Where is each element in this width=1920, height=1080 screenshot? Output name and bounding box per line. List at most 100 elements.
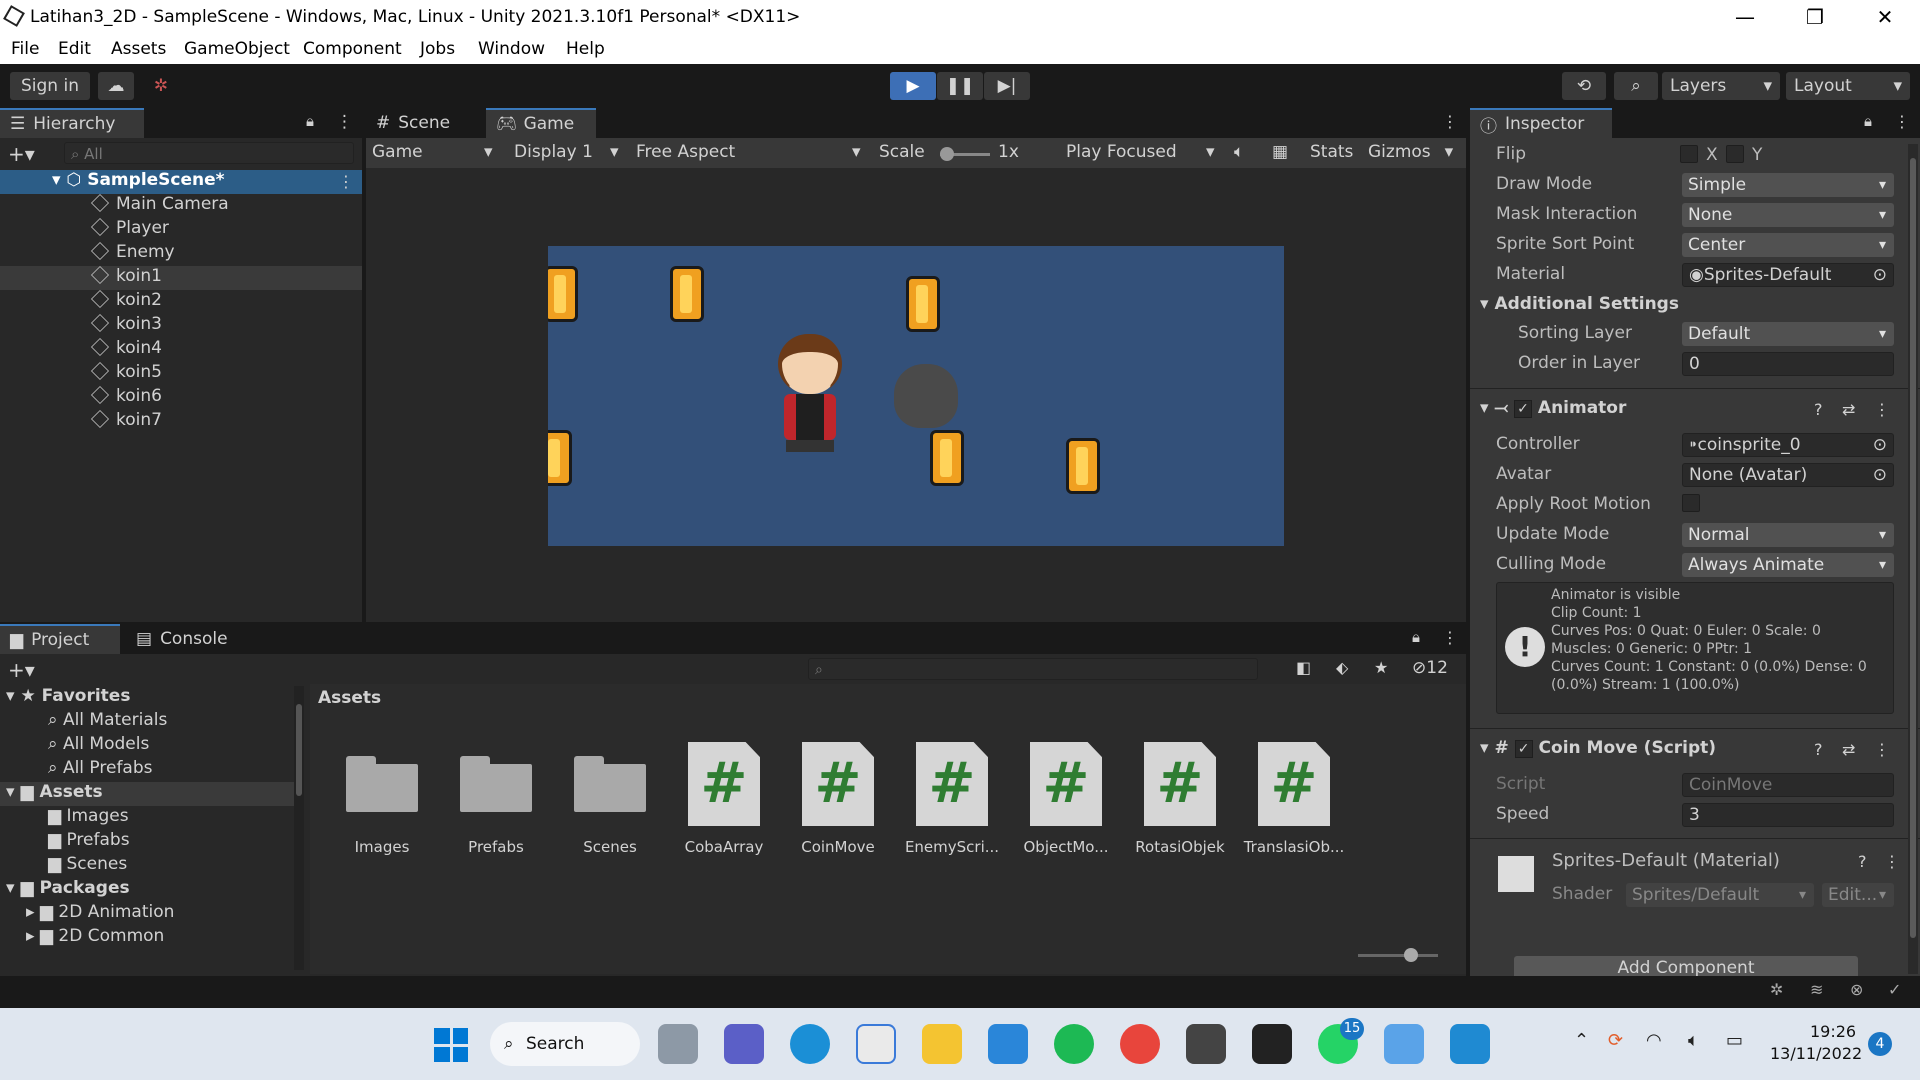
folder-icon[interactable] <box>460 756 532 812</box>
asset-label[interactable]: EnemyScri... <box>897 838 1007 856</box>
coin-move-header[interactable]: ▾ # ✓ Coin Move (Script) <box>1480 738 1716 758</box>
shader-dropdown[interactable]: Sprites/Default <box>1626 883 1814 907</box>
component-more-icon[interactable]: ⋮ <box>1884 852 1900 871</box>
csharp-script-icon[interactable]: # <box>1144 742 1216 826</box>
clock-time[interactable]: 19:26 <box>1810 1022 1856 1041</box>
mail-icon[interactable] <box>988 1024 1028 1064</box>
hierarchy-item[interactable]: koin6 <box>90 385 162 406</box>
debug-icon[interactable]: ✲ <box>1770 980 1783 999</box>
help-icon[interactable]: ? <box>1814 740 1823 759</box>
project-search-input[interactable]: ⌕ <box>808 658 1258 680</box>
store-icon[interactable] <box>856 1024 896 1064</box>
favorite-item[interactable]: ⌕ All Materials <box>48 710 167 730</box>
more-icon[interactable]: ⋮ <box>336 112 353 132</box>
csharp-script-icon[interactable]: # <box>1030 742 1102 826</box>
tab-scene[interactable]: # Scene <box>366 108 484 138</box>
tray-chevron-icon[interactable]: ⌃ <box>1574 1030 1589 1051</box>
volume-icon[interactable]: 🔈︎ <box>1688 1030 1699 1051</box>
paint-icon[interactable] <box>1384 1024 1424 1064</box>
packages-header[interactable]: ▾ ▆ Packages <box>6 878 130 898</box>
avatar-field[interactable]: None (Avatar) ⊙ <box>1682 463 1894 487</box>
search-icon[interactable]: ⌕ <box>1614 72 1658 100</box>
scene-more-icon[interactable]: ⋮ <box>338 172 354 191</box>
csharp-script-icon[interactable]: # <box>802 742 874 826</box>
preset-icon[interactable]: ⇄ <box>1842 740 1855 759</box>
add-icon[interactable]: +▾ <box>8 142 35 166</box>
hierarchy-item[interactable]: Enemy <box>90 241 175 262</box>
cloud-icon[interactable]: ☁ <box>98 72 134 100</box>
scale-slider-handle[interactable] <box>940 147 954 161</box>
bug-icon[interactable]: ⊗ <box>1850 980 1863 999</box>
hierarchy-item[interactable]: koin2 <box>90 289 162 310</box>
game-mode-dropdown[interactable]: Game ▾ <box>372 142 498 162</box>
step-button[interactable]: ▶| <box>984 72 1030 100</box>
history-icon[interactable]: ⟲ <box>1562 72 1606 100</box>
windows-start-icon[interactable] <box>434 1028 468 1062</box>
update-mode-dropdown[interactable]: Normal <box>1682 523 1894 547</box>
lock-icon[interactable]: 🔒︎ <box>1412 628 1420 646</box>
animator-header[interactable]: ▾ ⤙ ✓ Animator <box>1480 398 1626 418</box>
hidden-count[interactable]: ⊘12 <box>1412 658 1448 678</box>
asset-label[interactable]: CoinMove <box>783 838 893 856</box>
favorite-item[interactable]: ⌕ All Prefabs <box>48 758 153 778</box>
folder-icon[interactable] <box>346 756 418 812</box>
more-icon[interactable]: ⋮ <box>1894 112 1910 131</box>
menu-jobs[interactable]: Jobs <box>420 39 455 59</box>
game-canvas[interactable] <box>548 246 1284 546</box>
vscode-icon[interactable] <box>1450 1024 1490 1064</box>
game-more-icon[interactable]: ⋮ <box>1442 112 1458 131</box>
more-icon[interactable]: ⋮ <box>1442 628 1458 647</box>
filter-label-icon[interactable]: ⬖ <box>1336 658 1348 677</box>
chat-icon[interactable] <box>724 1024 764 1064</box>
controller-field[interactable]: ⁍coinsprite_0 ⊙ <box>1682 433 1894 457</box>
file-explorer-icon[interactable] <box>922 1024 962 1064</box>
object-picker-icon[interactable]: ⊙ <box>1873 264 1887 286</box>
maximize-button[interactable]: ❐ <box>1780 0 1850 34</box>
menu-help[interactable]: Help <box>566 39 605 59</box>
minimize-button[interactable]: — <box>1710 0 1780 34</box>
inspector-scrollbar-thumb[interactable] <box>1910 158 1916 938</box>
edge-icon[interactable] <box>790 1024 830 1064</box>
menu-edit[interactable]: Edit <box>58 39 91 59</box>
sync-icon[interactable]: ⟳ <box>1608 1030 1623 1051</box>
asset-label[interactable]: RotasiObjek <box>1125 838 1235 856</box>
unity-editor-icon[interactable] <box>1252 1024 1292 1064</box>
culling-mode-dropdown[interactable]: Always Animate <box>1682 553 1894 577</box>
hierarchy-item[interactable]: koin7 <box>90 409 162 430</box>
lock-icon[interactable]: 🔒︎ <box>1864 112 1872 130</box>
layout-dropdown[interactable]: Layout ▾ <box>1786 72 1910 100</box>
material-field[interactable]: ◉Sprites-Default ⊙ <box>1682 263 1894 287</box>
asset-label[interactable]: TranslasiOb... <box>1239 838 1349 856</box>
animator-enabled-checkbox[interactable]: ✓ <box>1513 400 1532 418</box>
play-focused-dropdown[interactable]: Play Focused ▾ <box>1066 142 1216 162</box>
icon-size-slider[interactable] <box>1358 954 1438 957</box>
asset-label[interactable]: Images <box>327 838 437 856</box>
tab-inspector[interactable]: ⓘ Inspector <box>1470 108 1612 138</box>
collab-icon[interactable]: ✲ <box>146 72 176 100</box>
icon-size-slider-handle[interactable] <box>1404 948 1418 962</box>
menu-component[interactable]: Component <box>303 39 402 59</box>
edit-shader-button[interactable]: Edit... <box>1822 883 1894 907</box>
component-more-icon[interactable]: ⋮ <box>1874 400 1890 419</box>
notification-badge[interactable]: 4 <box>1868 1032 1892 1056</box>
tab-game[interactable]: 🎮︎ Game <box>486 108 596 138</box>
filter-type-icon[interactable]: ◧ <box>1296 658 1311 677</box>
tree-package[interactable]: ▸ ▆ 2D Animation <box>26 902 174 922</box>
draw-mode-dropdown[interactable]: Simple <box>1682 173 1894 197</box>
tab-console[interactable]: ▤ Console <box>126 624 246 654</box>
favorite-item[interactable]: ⌕ All Models <box>48 734 149 754</box>
gizmos-button[interactable]: Gizmos ▾ <box>1368 142 1453 162</box>
csharp-script-icon[interactable]: # <box>1258 742 1330 826</box>
task-view-icon[interactable] <box>658 1024 698 1064</box>
apply-root-motion-checkbox[interactable] <box>1682 494 1700 512</box>
csharp-script-icon[interactable]: # <box>688 742 760 826</box>
hierarchy-item[interactable]: Main Camera <box>90 193 229 214</box>
tree-folder[interactable]: ▆ Prefabs <box>48 830 130 850</box>
taskbar-search[interactable]: ⌕ Search <box>490 1022 640 1066</box>
clock-date[interactable]: 13/11/2022 <box>1770 1044 1862 1063</box>
menu-gameobject[interactable]: GameObject <box>184 39 290 59</box>
aspect-dropdown[interactable]: Free Aspect ▾ <box>636 142 866 162</box>
tree-scrollbar-thumb[interactable] <box>296 704 302 796</box>
object-picker-icon[interactable]: ⊙ <box>1873 464 1887 486</box>
help-icon[interactable]: ? <box>1858 852 1867 871</box>
